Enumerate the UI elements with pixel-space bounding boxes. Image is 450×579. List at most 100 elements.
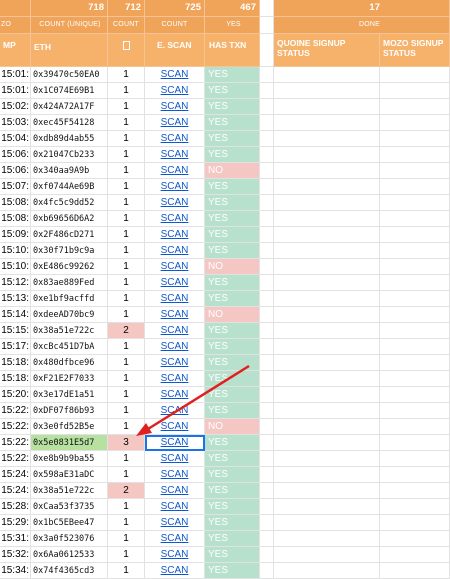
has-txn-cell[interactable]: YES	[205, 483, 260, 499]
count-cell[interactable]: 1	[108, 467, 145, 483]
mozo-status-cell[interactable]	[380, 115, 450, 131]
scan-cell[interactable]: SCAN	[145, 387, 205, 403]
quoine-status-cell[interactable]	[274, 259, 380, 275]
header-label-count[interactable]: COUNT	[108, 17, 145, 34]
timestamp-cell[interactable]: 15:20:	[0, 387, 31, 403]
scan-cell[interactable]: SCAN	[145, 67, 205, 83]
quoine-status-cell[interactable]	[274, 403, 380, 419]
timestamp-cell[interactable]: 15:24:	[0, 483, 31, 499]
column-header-has-txn[interactable]: HAS TXN	[205, 34, 260, 67]
eth-address-cell[interactable]: 0xec45F54128	[31, 115, 108, 131]
scan-link[interactable]: SCAN	[161, 325, 189, 336]
mozo-status-cell[interactable]	[380, 291, 450, 307]
header-label-scan-count[interactable]: COUNT	[145, 17, 205, 34]
scan-cell[interactable]: SCAN	[145, 275, 205, 291]
eth-address-cell[interactable]: 0xDF07f86b93	[31, 403, 108, 419]
quoine-status-cell[interactable]	[274, 243, 380, 259]
scan-cell[interactable]: SCAN	[145, 291, 205, 307]
scan-link[interactable]: SCAN	[161, 197, 189, 208]
has-txn-cell[interactable]: YES	[205, 227, 260, 243]
count-cell[interactable]: 1	[108, 99, 145, 115]
scan-link[interactable]: SCAN	[161, 85, 189, 96]
mozo-status-cell[interactable]	[380, 419, 450, 435]
has-txn-cell[interactable]: YES	[205, 83, 260, 99]
count-cell[interactable]: 1	[108, 387, 145, 403]
quoine-status-cell[interactable]	[274, 291, 380, 307]
has-txn-cell[interactable]: YES	[205, 99, 260, 115]
count-cell[interactable]: 1	[108, 355, 145, 371]
eth-address-cell[interactable]: 0x4fc5c9dd52	[31, 195, 108, 211]
scan-cell[interactable]: SCAN	[145, 483, 205, 499]
count-cell[interactable]: 1	[108, 179, 145, 195]
eth-address-cell[interactable]: 0xE486c99262	[31, 259, 108, 275]
count-cell[interactable]: 1	[108, 131, 145, 147]
eth-address-cell[interactable]: 0x39470c50EA0	[31, 67, 108, 83]
total-done-count[interactable]	[380, 0, 450, 17]
has-txn-cell[interactable]: YES	[205, 243, 260, 259]
eth-address-cell[interactable]: 0xCaa53f3735	[31, 499, 108, 515]
mozo-status-cell[interactable]	[380, 467, 450, 483]
scan-cell[interactable]: SCAN	[145, 115, 205, 131]
mozo-status-cell[interactable]	[380, 435, 450, 451]
scan-link[interactable]: SCAN	[161, 117, 189, 128]
count-cell[interactable]: 1	[108, 371, 145, 387]
eth-address-cell[interactable]: 0x2F486cD271	[31, 227, 108, 243]
quoine-status-cell[interactable]	[274, 195, 380, 211]
has-txn-cell[interactable]: YES	[205, 451, 260, 467]
timestamp-cell[interactable]: 15:22:	[0, 403, 31, 419]
timestamp-cell[interactable]: 15:02:	[0, 99, 31, 115]
mozo-status-cell[interactable]	[380, 355, 450, 371]
timestamp-cell[interactable]: 15:09:	[0, 227, 31, 243]
quoine-status-cell[interactable]	[274, 227, 380, 243]
mozo-status-cell[interactable]	[380, 163, 450, 179]
count-cell[interactable]: 1	[108, 499, 145, 515]
scan-cell[interactable]: SCAN	[145, 547, 205, 563]
scan-link[interactable]: SCAN	[161, 181, 189, 192]
scan-cell[interactable]: SCAN	[145, 243, 205, 259]
scan-cell[interactable]: SCAN	[145, 339, 205, 355]
mozo-status-cell[interactable]	[380, 547, 450, 563]
mozo-status-cell[interactable]	[380, 323, 450, 339]
quoine-status-cell[interactable]	[274, 515, 380, 531]
scan-link[interactable]: SCAN	[161, 261, 189, 272]
timestamp-cell[interactable]: 15:29:	[0, 515, 31, 531]
quoine-status-cell[interactable]	[274, 99, 380, 115]
eth-address-cell[interactable]: 0x480dfbce96	[31, 355, 108, 371]
header-cell[interactable]: 17	[274, 0, 380, 17]
timestamp-cell[interactable]: 15:07:	[0, 179, 31, 195]
mozo-status-cell[interactable]	[380, 179, 450, 195]
count-cell[interactable]: 1	[108, 243, 145, 259]
mozo-status-cell[interactable]	[380, 307, 450, 323]
has-txn-cell[interactable]: YES	[205, 467, 260, 483]
count-cell[interactable]: 1	[108, 227, 145, 243]
mozo-status-cell[interactable]	[380, 563, 450, 579]
count-cell[interactable]: 1	[108, 403, 145, 419]
scan-cell[interactable]: SCAN	[145, 211, 205, 227]
header-label-yes[interactable]: YES	[205, 17, 260, 34]
mozo-status-cell[interactable]	[380, 451, 450, 467]
header-label-ts[interactable]: ZO	[0, 17, 31, 34]
scan-link[interactable]: SCAN	[161, 133, 189, 144]
has-txn-cell[interactable]: YES	[205, 339, 260, 355]
quoine-status-cell[interactable]	[274, 419, 380, 435]
header-cell[interactable]	[0, 0, 31, 17]
scan-cell[interactable]: SCAN	[145, 83, 205, 99]
quoine-status-cell[interactable]	[274, 179, 380, 195]
timestamp-cell[interactable]: 15:10:	[0, 243, 31, 259]
scan-link[interactable]: SCAN	[161, 501, 189, 512]
column-header-quoine[interactable]: QUOINE SIGNUP STATUS	[274, 34, 380, 67]
quoine-status-cell[interactable]	[274, 531, 380, 547]
quoine-status-cell[interactable]	[274, 483, 380, 499]
timestamp-cell[interactable]: 15:17:	[0, 339, 31, 355]
eth-address-cell[interactable]: 0x3e0fd52B5e	[31, 419, 108, 435]
eth-address-cell[interactable]: 0x598aE31aDC	[31, 467, 108, 483]
timestamp-cell[interactable]: 15:22:	[0, 451, 31, 467]
scan-link[interactable]: SCAN	[161, 421, 189, 432]
total-count[interactable]: 712	[108, 0, 145, 17]
count-cell[interactable]: 1	[108, 339, 145, 355]
mozo-status-cell[interactable]	[380, 83, 450, 99]
quoine-status-cell[interactable]	[274, 563, 380, 579]
scan-cell[interactable]: SCAN	[145, 99, 205, 115]
eth-address-cell[interactable]: 0x3a0f523076	[31, 531, 108, 547]
scan-cell[interactable]: SCAN	[145, 323, 205, 339]
